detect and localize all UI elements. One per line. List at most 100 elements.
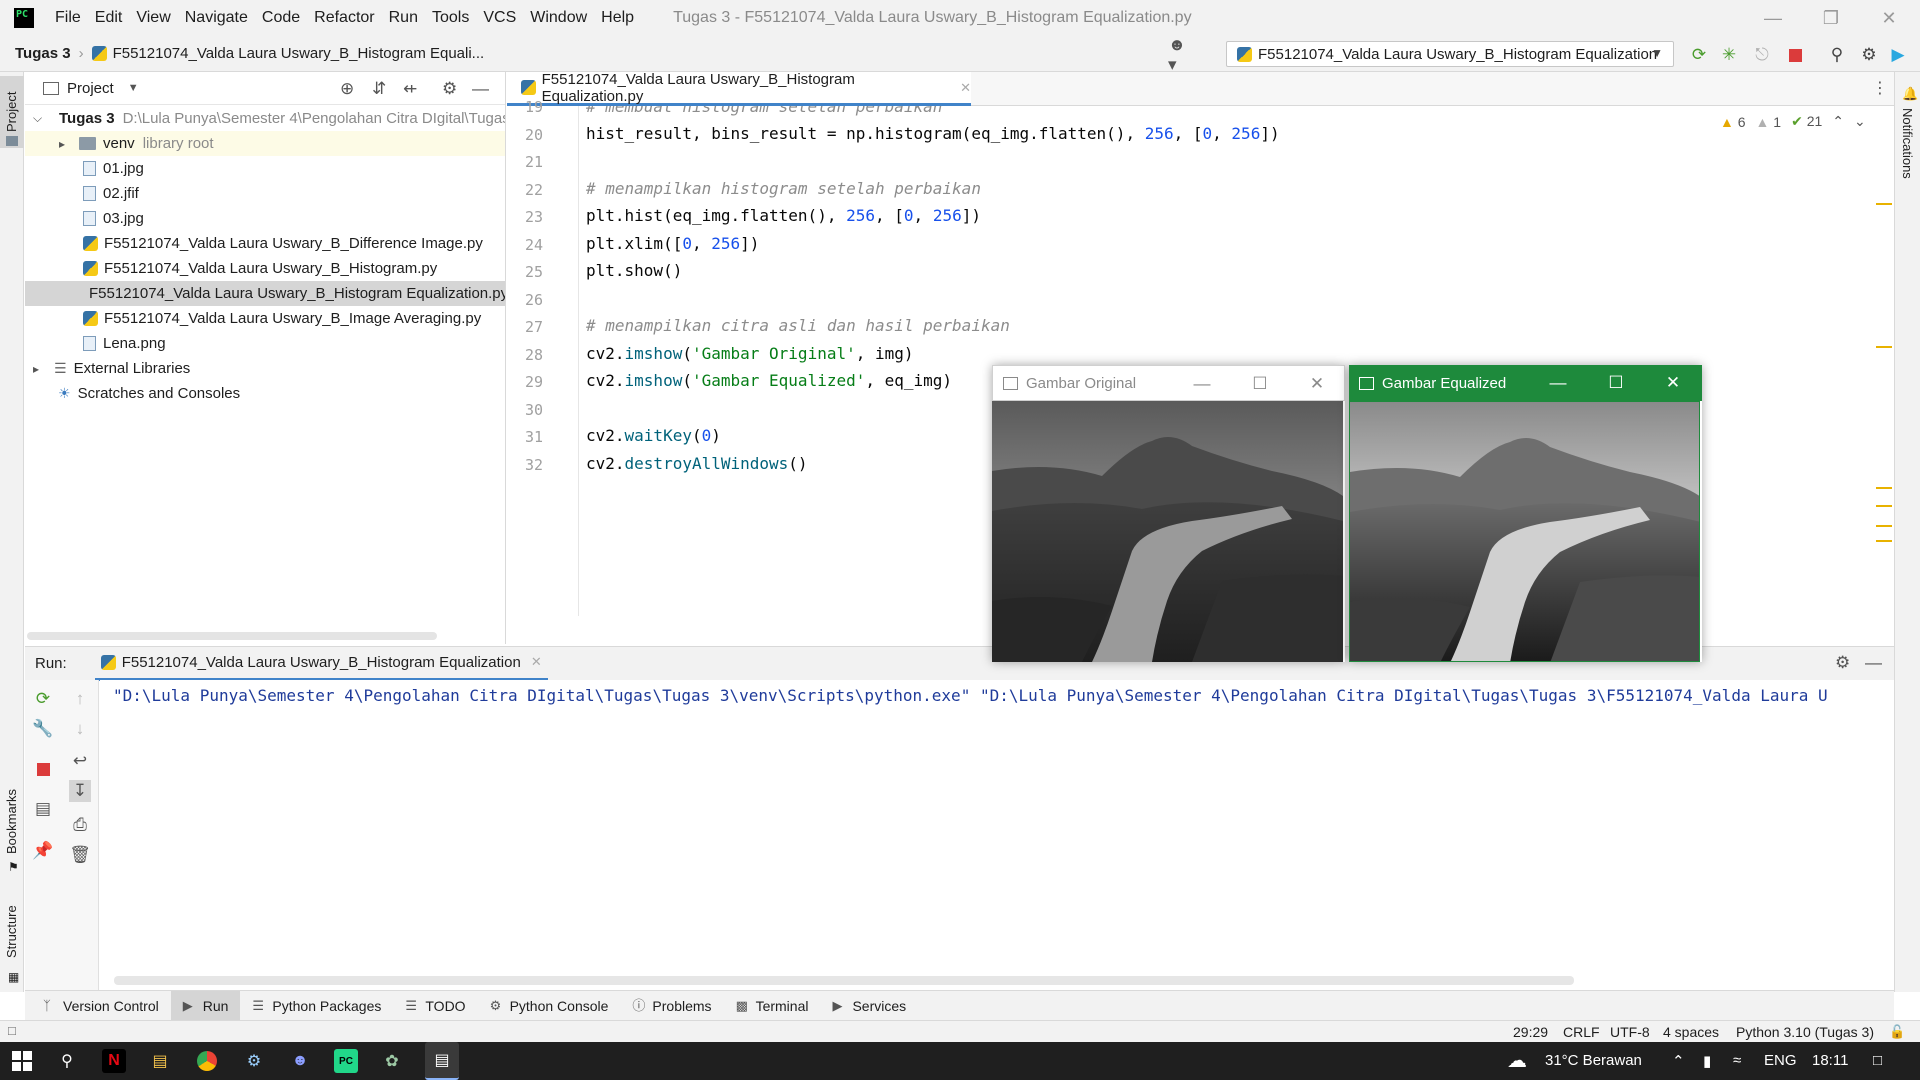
- warning-marker[interactable]: [1876, 346, 1892, 348]
- tool-todo[interactable]: ☰ TODO: [393, 991, 477, 1021]
- arrow-down-icon[interactable]: ↓: [69, 718, 91, 740]
- menu-refactor[interactable]: Refactor: [307, 9, 381, 27]
- arrow-up-icon[interactable]: ↑: [69, 688, 91, 710]
- warning-marker[interactable]: [1876, 525, 1892, 527]
- tree-item-file[interactable]: 02.jfif: [25, 181, 505, 206]
- tree-item-file[interactable]: F55121074_Valda Laura Uswary_B_Histogram…: [25, 256, 505, 281]
- python-taskbar-icon[interactable]: ✿: [380, 1049, 404, 1073]
- chevron-down-icon[interactable]: ⌄: [1854, 113, 1866, 130]
- rerun-icon[interactable]: ⟳: [32, 688, 54, 710]
- tree-item-file[interactable]: F55121074_Valda Laura Uswary_B_Image Ave…: [25, 306, 505, 331]
- wifi-icon[interactable]: ≈: [1733, 1052, 1741, 1069]
- clock-time[interactable]: 18:11: [1812, 1052, 1848, 1069]
- line-separator[interactable]: CRLF: [1563, 1024, 1600, 1040]
- gear-icon[interactable]: ⚙: [1858, 44, 1880, 66]
- run-console[interactable]: "D:\Lula Punya\Semester 4\Pengolahan Cit…: [100, 680, 1894, 990]
- maximize-icon[interactable]: ☐: [1587, 365, 1645, 401]
- hide-icon[interactable]: —: [1865, 653, 1882, 673]
- tree-item-external-libraries[interactable]: ▸ ☰ External Libraries: [25, 356, 505, 381]
- menu-tools[interactable]: Tools: [425, 9, 476, 27]
- chevron-up-icon[interactable]: ⌃: [1672, 1052, 1685, 1070]
- gear-icon[interactable]: ⚙: [442, 79, 457, 99]
- window-gambar-original[interactable]: Gambar Original — ☐ ✕: [992, 365, 1345, 662]
- rerun-icon[interactable]: ⟳: [1688, 44, 1710, 66]
- scroll-to-end-icon[interactable]: ↧: [69, 780, 91, 802]
- search-icon[interactable]: ⚲: [55, 1049, 79, 1073]
- stop-icon[interactable]: [1784, 44, 1806, 66]
- print-icon[interactable]: ⎙: [69, 814, 91, 836]
- debug-icon[interactable]: ✳: [1718, 44, 1740, 66]
- tree-item-venv[interactable]: ▸ venv library root: [25, 131, 505, 156]
- menu-edit[interactable]: Edit: [88, 9, 130, 27]
- coverage-icon[interactable]: ⎋: [1751, 44, 1773, 66]
- structure-tool-button[interactable]: Structure ▦: [0, 898, 24, 998]
- tree-item-file[interactable]: F55121074_Valda Laura Uswary_B_Differenc…: [25, 231, 505, 256]
- close-icon[interactable]: ✕: [960, 80, 971, 96]
- opencv-window-taskbar-icon[interactable]: ▤: [425, 1042, 459, 1080]
- tool-terminal[interactable]: ▩ Terminal: [724, 991, 821, 1021]
- weather-text[interactable]: 31°C Berawan: [1545, 1052, 1642, 1069]
- layout-toggle-icon[interactable]: □: [8, 1023, 16, 1038]
- tree-item-file[interactable]: Lena.png: [25, 331, 505, 356]
- warning-marker[interactable]: [1876, 203, 1892, 205]
- battery-icon[interactable]: ▮: [1703, 1052, 1711, 1070]
- tree-root[interactable]: ⌵ Tugas 3 D:\Lula Punya\Semester 4\Pengo…: [25, 106, 505, 131]
- warning-marker[interactable]: [1876, 505, 1892, 507]
- editor-tab-active[interactable]: F55121074_Valda Laura Uswary_B_Histogram…: [507, 71, 971, 106]
- notifications-tool-label[interactable]: Notifications: [1900, 108, 1915, 179]
- close-icon[interactable]: ✕: [531, 654, 542, 670]
- notification-center-icon[interactable]: □: [1873, 1052, 1882, 1069]
- close-icon[interactable]: ✕: [1288, 366, 1346, 402]
- run-tab[interactable]: F55121074_Valda Laura Uswary_B_Histogram…: [94, 647, 548, 681]
- file-encoding[interactable]: UTF-8: [1610, 1024, 1650, 1040]
- horizontal-scrollbar[interactable]: [114, 976, 1574, 985]
- menu-window[interactable]: Window: [523, 9, 594, 27]
- minimize-icon[interactable]: —: [1529, 365, 1587, 401]
- python-interpreter[interactable]: Python 3.10 (Tugas 3): [1736, 1024, 1874, 1040]
- tool-problems[interactable]: ⓘ Problems: [620, 991, 723, 1021]
- tree-item-file[interactable]: 03.jpg: [25, 206, 505, 231]
- chrome-icon[interactable]: [195, 1049, 219, 1073]
- soft-wrap-icon[interactable]: ↩: [69, 750, 91, 772]
- breadcrumb-project[interactable]: Tugas 3: [15, 45, 71, 62]
- project-tool-button[interactable]: Project: [0, 76, 24, 148]
- search-icon[interactable]: ⚲: [1826, 44, 1848, 66]
- chevron-right-icon[interactable]: ▸: [59, 137, 65, 151]
- locate-icon[interactable]: ⊕: [340, 79, 354, 99]
- bell-icon[interactable]: 🔔: [1902, 86, 1918, 102]
- menu-navigate[interactable]: Navigate: [178, 9, 255, 27]
- chevron-down-icon[interactable]: ⌵: [33, 111, 42, 126]
- close-icon[interactable]: ✕: [1860, 0, 1918, 36]
- input-language[interactable]: ENG: [1764, 1052, 1797, 1069]
- tree-item-file-selected[interactable]: F55121074_Valda Laura Uswary_B_Histogram…: [25, 281, 505, 306]
- hide-icon[interactable]: —: [472, 79, 489, 99]
- tool-services[interactable]: ▶ Services: [820, 991, 918, 1021]
- menu-file[interactable]: File: [48, 9, 88, 27]
- breadcrumb-file[interactable]: F55121074_Valda Laura Uswary_B_Histogram…: [113, 45, 485, 62]
- tool-python-packages[interactable]: ☰ Python Packages: [240, 991, 393, 1021]
- collapse-all-icon[interactable]: ⇷: [403, 79, 417, 99]
- expand-all-icon[interactable]: ⇵: [372, 79, 386, 99]
- netflix-icon[interactable]: N: [102, 1049, 126, 1073]
- bookmarks-tool-button[interactable]: Bookmarks ⚑: [0, 780, 24, 876]
- close-icon[interactable]: ✕: [1644, 365, 1702, 401]
- pycharm-taskbar-icon[interactable]: PC: [334, 1049, 358, 1073]
- wrench-icon[interactable]: 🔧: [32, 718, 54, 740]
- warning-marker[interactable]: [1876, 540, 1892, 542]
- file-explorer-icon[interactable]: ▤: [148, 1049, 172, 1073]
- menu-run[interactable]: Run: [382, 9, 425, 27]
- tool-run[interactable]: ▶ Run: [170, 990, 241, 1021]
- tree-item-scratches[interactable]: ☀ Scratches and Consoles: [25, 381, 505, 406]
- minimize-icon[interactable]: —: [1173, 366, 1231, 402]
- tree-item-file[interactable]: 01.jpg: [25, 156, 505, 181]
- tool-python-console[interactable]: ⚙ Python Console: [478, 991, 621, 1021]
- minimize-icon[interactable]: —: [1744, 0, 1802, 36]
- window-titlebar[interactable]: Gambar Original — ☐ ✕: [992, 365, 1345, 401]
- user-icon[interactable]: ☻▾: [1168, 35, 1190, 74]
- window-titlebar[interactable]: Gambar Equalized — ☐ ✕: [1349, 365, 1702, 401]
- horizontal-scrollbar[interactable]: [27, 632, 437, 640]
- indent-setting[interactable]: 4 spaces: [1663, 1024, 1719, 1040]
- trash-icon[interactable]: 🗑: [69, 844, 91, 866]
- windows-start-icon[interactable]: [10, 1049, 34, 1073]
- stop-icon[interactable]: [32, 758, 54, 780]
